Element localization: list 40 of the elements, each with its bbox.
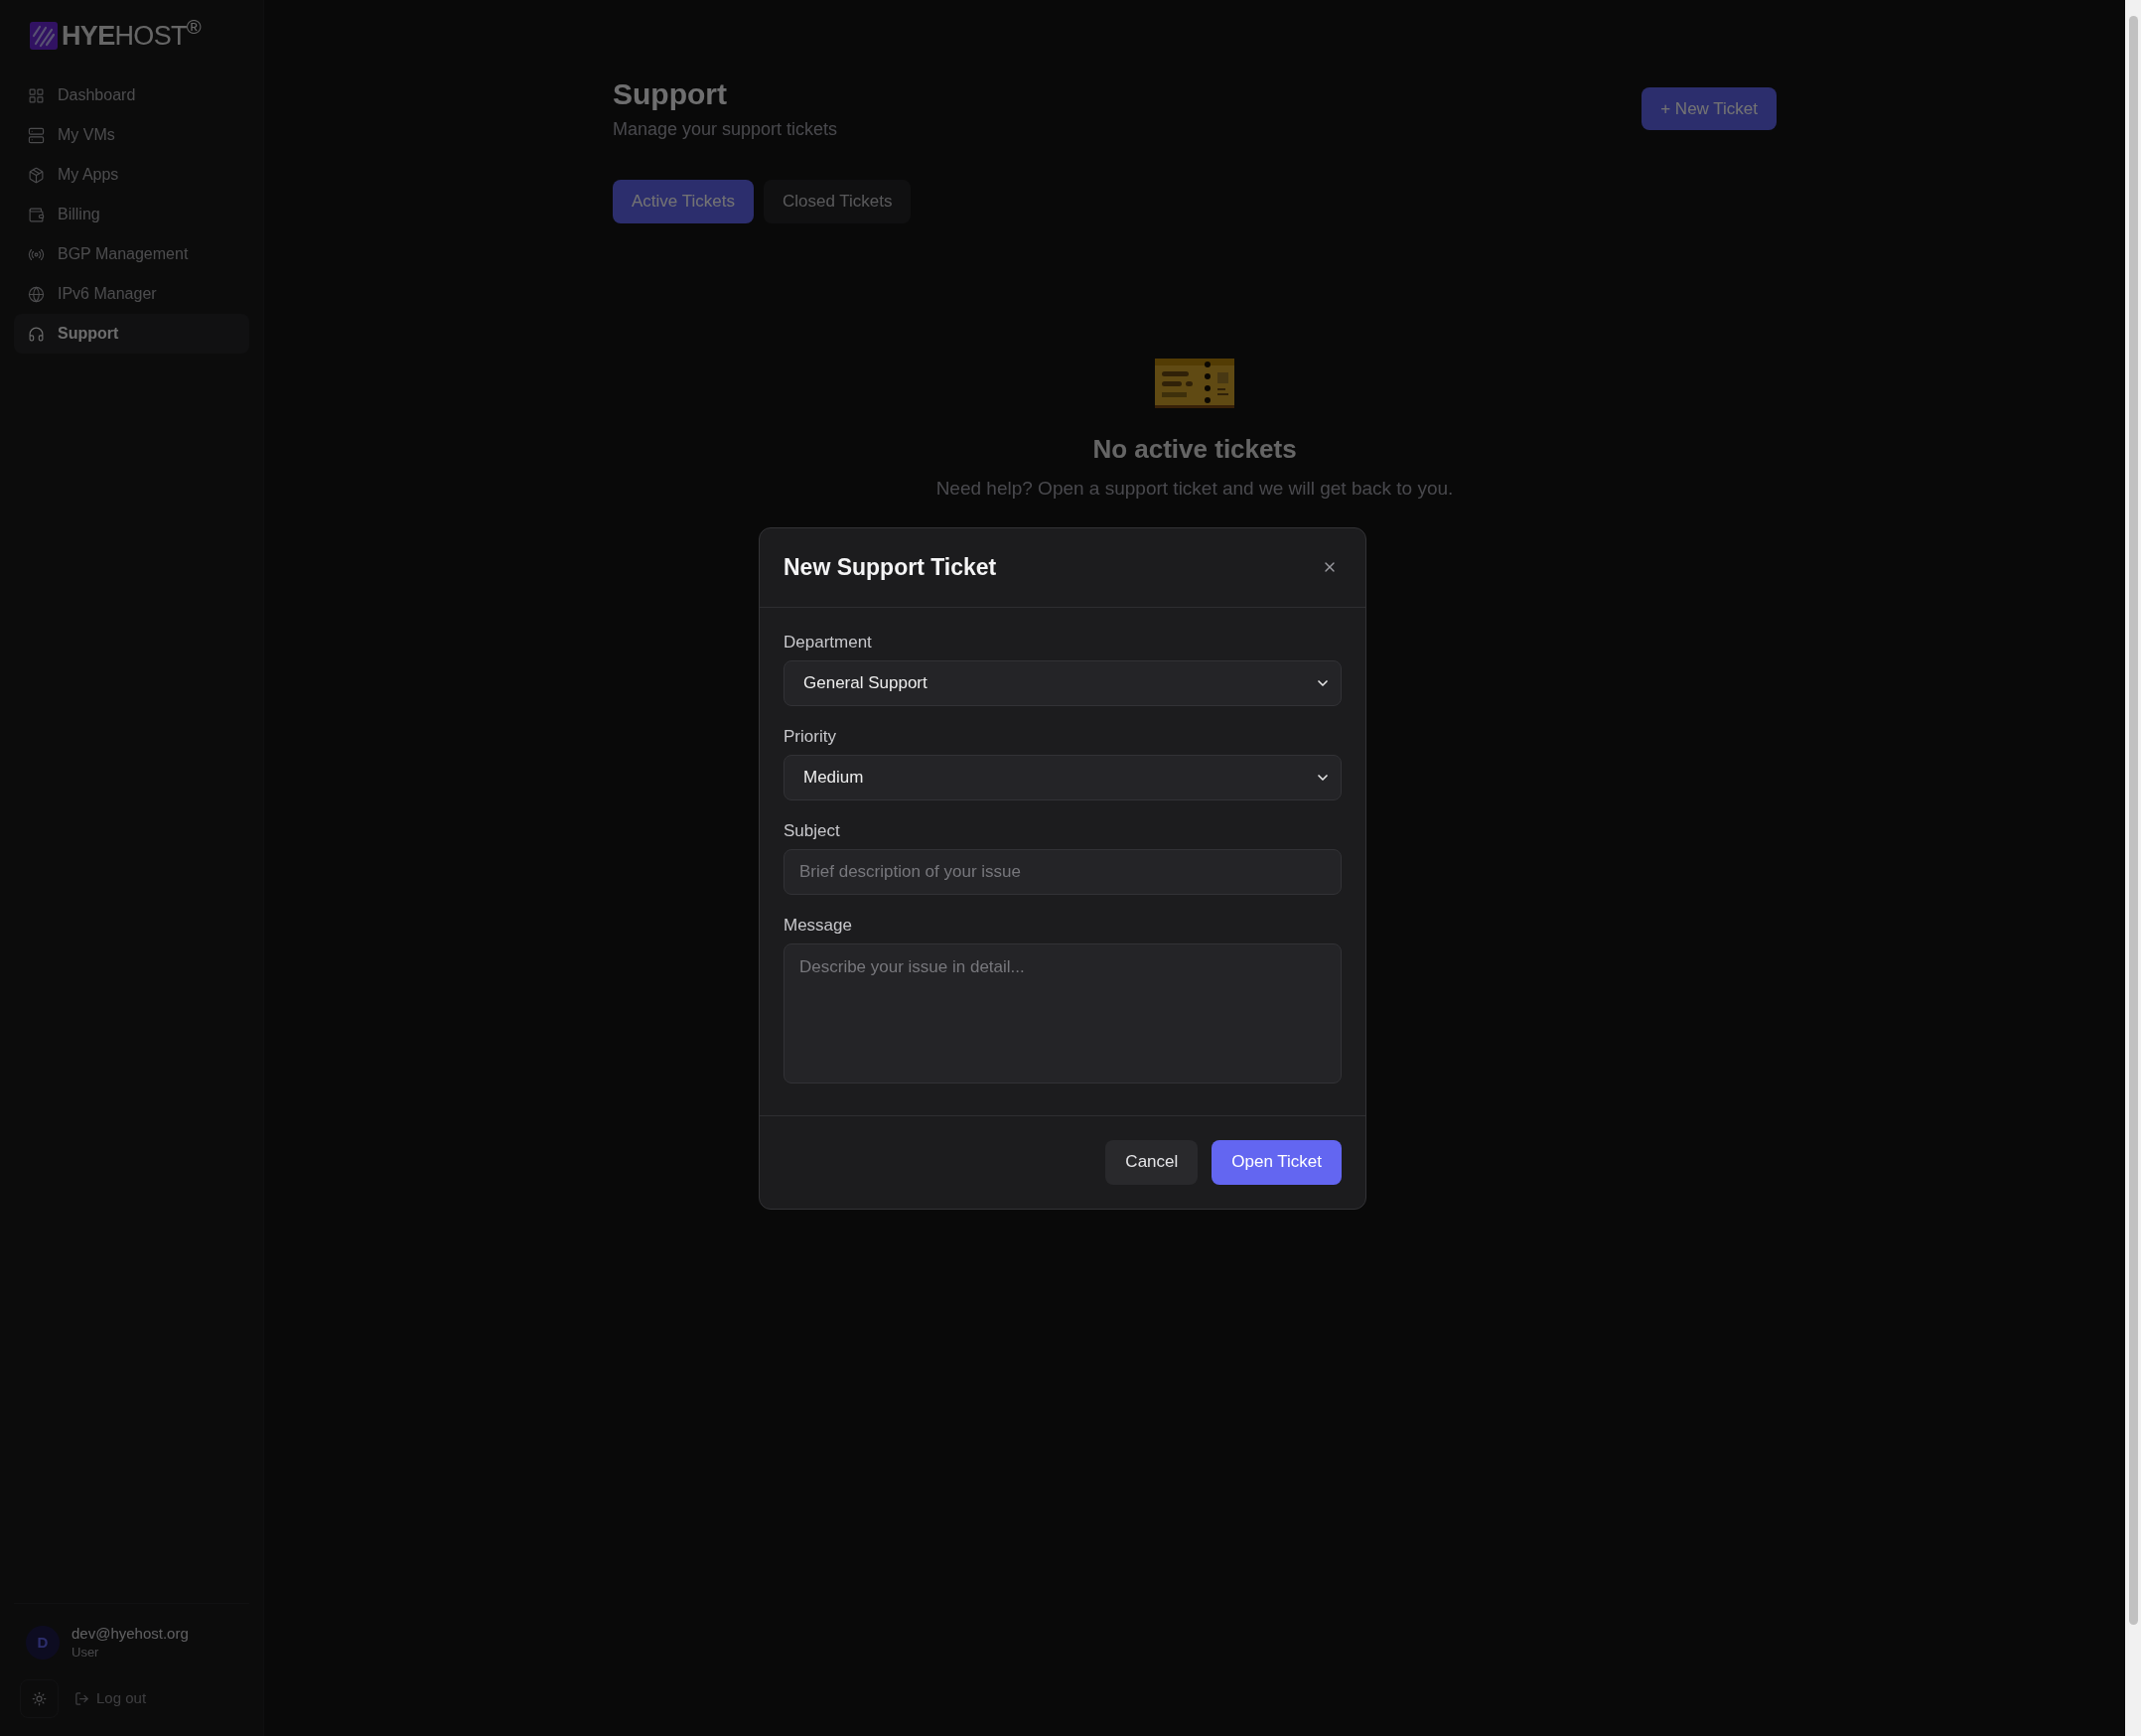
tab[interactable]: Active Tickets [613,180,754,223]
field-label: Department [784,631,873,653]
field-label: Message [784,914,853,937]
sidebar-item[interactable]: Dashboard [14,75,249,115]
select-field[interactable]: General Support [784,659,1342,706]
empty-state-title: No active tickets [1092,433,1297,466]
page-title: Support [613,76,728,112]
logout-icon [74,1691,89,1706]
sidebar-item[interactable]: IPv6 Manager [14,274,249,314]
sidebar-item[interactable]: My VMs [14,115,249,155]
field-label: Priority [784,725,837,748]
sidebar-item[interactable]: Support [14,314,249,354]
field-label: Subject [784,819,841,842]
box-icon [28,166,45,184]
input-field[interactable]: Brief description of your issue [784,848,1342,895]
sidebar-item[interactable]: My Apps [14,155,249,195]
grid-icon [28,86,45,104]
sun-icon [32,1691,47,1706]
wallet-icon [28,206,45,223]
user-email: dev@hyehost.org [71,1624,189,1644]
page-subtitle: Manage your support tickets [613,118,838,141]
cancel-button[interactable]: Cancel [1105,1139,1199,1185]
modal-title: New Support Ticket [784,552,997,582]
theme-toggle-button[interactable] [20,1679,59,1718]
tab[interactable]: Closed Tickets [763,180,912,223]
message-field[interactable]: Describe your issue in detail... [784,942,1342,1084]
logo-icon [30,22,58,50]
globe-icon [28,285,45,303]
sidebar-item[interactable]: Billing [14,195,249,234]
server-icon [28,126,45,144]
headphones-icon [28,325,45,343]
sidebar-item[interactable]: BGP Management [14,234,249,274]
ticket-icon [1155,359,1234,408]
empty-state-text: Need help? Open a support ticket and we will get back to you. [935,477,1454,501]
open-ticket-button[interactable]: Open Ticket [1212,1139,1342,1185]
select-field[interactable]: Medium [784,754,1342,800]
user-avatar: D [26,1626,60,1660]
user-role: User [71,1644,100,1662]
logo-text: HYEHOST$^{®}$ [62,22,202,50]
new-ticket-button[interactable]: + New Ticket [1641,87,1777,130]
